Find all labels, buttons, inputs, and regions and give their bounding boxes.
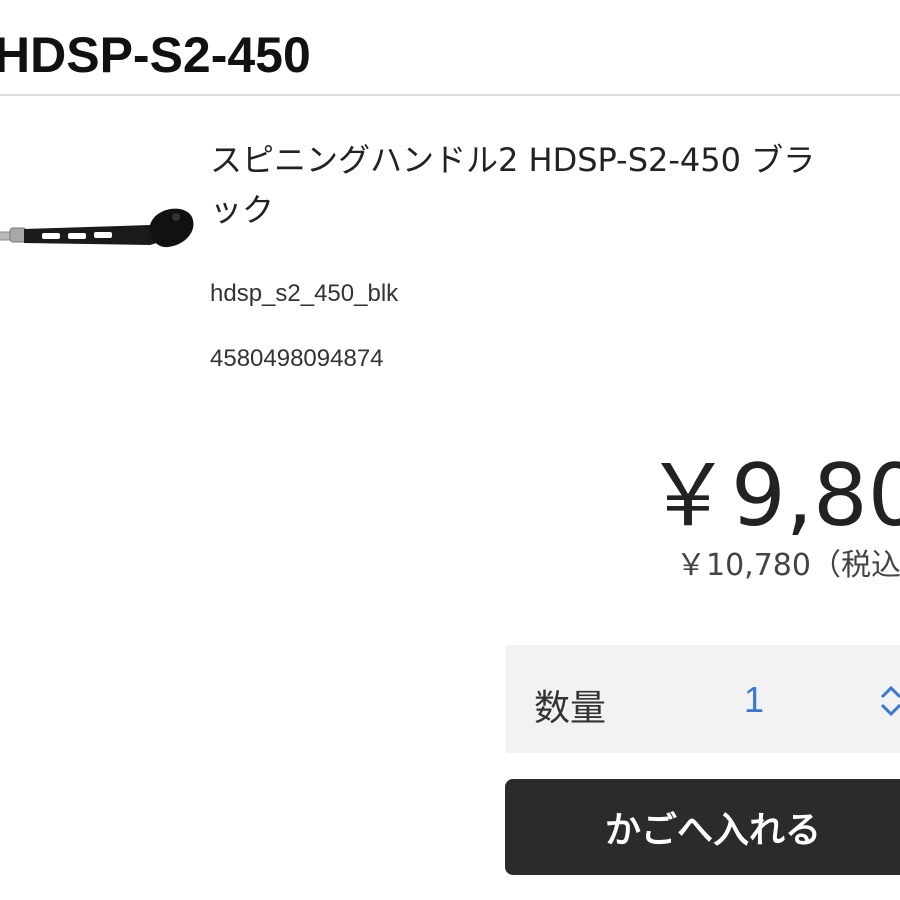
product-price: ￥9,800 <box>645 446 900 546</box>
product-price-tax-included: ￥10,780（税込） <box>676 548 900 583</box>
page-header: HDSP-S2-450 <box>0 0 900 96</box>
page-title: HDSP-S2-450 <box>0 27 311 83</box>
product-info: スピニングハンドル2 HDSP-S2-450 ブラ ック <box>210 130 900 230</box>
quantity-selector[interactable]: 数量 1 <box>506 645 900 753</box>
product-image[interactable] <box>0 195 200 275</box>
product-name: スピニングハンドル2 HDSP-S2-450 ブラ <box>210 141 816 179</box>
product-page: HDSP-S2-450 スピニングハンドル2 HDSP-S2-450 ブラ ック… <box>0 0 900 900</box>
chevron-up-down-icon[interactable] <box>876 681 900 721</box>
add-to-cart-button[interactable]: かごへ入れる <box>505 779 900 875</box>
product-name-continued: ック <box>210 191 275 229</box>
quantity-value[interactable]: 1 <box>744 679 764 721</box>
product-jan-code: 4580498094874 <box>210 345 384 372</box>
spinning-handle-image <box>0 208 194 248</box>
product-sku: hdsp_s2_450_blk <box>210 280 399 307</box>
quantity-label: 数量 <box>534 688 607 729</box>
